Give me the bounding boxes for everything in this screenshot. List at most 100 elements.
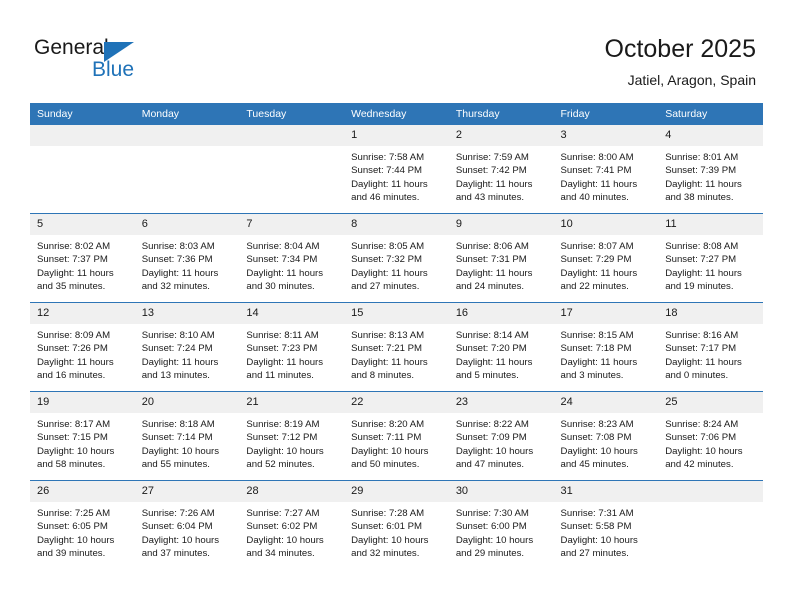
sunrise-text: Sunrise: 7:58 AM	[351, 152, 425, 163]
day-sun-info: Sunrise: 7:28 AM Sunset: 6:01 PM Daylight:…	[344, 502, 449, 561]
daylight-text-line1: Daylight: 11 hours	[141, 356, 219, 368]
day-sun-info: Sunrise: 7:27 AM Sunset: 6:02 PM Daylight:…	[239, 502, 344, 561]
calendar-day-cell[interactable]: 28 Sunrise: 7:27 AM Sunset: 6:02 PM Dayligh…	[239, 480, 345, 569]
daylight-text-line1: Daylight: 11 hours	[560, 356, 638, 368]
calendar-day-cell[interactable]: 2 Sunrise: 7:59 AM Sunset: 7:42 PM Daylight…	[448, 125, 554, 214]
day-sun-info: Sunrise: 8:17 AM Sunset: 7:15 PM Daylight:…	[30, 413, 135, 472]
daylight-text-line1: Daylight: 10 hours	[246, 445, 324, 457]
calendar-day-cell-empty	[30, 125, 135, 214]
calendar-table: Sunday Monday Tuesday Wednesday Thursday…	[30, 103, 763, 569]
sunset-text: Sunset: 7:29 PM	[560, 254, 632, 266]
day-number: 1	[344, 125, 449, 146]
day-sun-info: Sunrise: 7:25 AM Sunset: 6:05 PM Daylight:…	[30, 502, 135, 561]
day-number: 30	[448, 481, 554, 502]
calendar-day-cell[interactable]: 3 Sunrise: 8:00 AM Sunset: 7:41 PM Daylight…	[553, 125, 659, 214]
day-sun-info: Sunrise: 8:05 AM Sunset: 7:32 PM Daylight:…	[344, 235, 449, 294]
daylight-text-line1: Daylight: 11 hours	[665, 178, 742, 190]
sunrise-text: Sunrise: 8:13 AM	[351, 330, 425, 341]
calendar-day-cell[interactable]: 15 Sunrise: 8:13 AM Sunset: 7:21 PM Dayligh…	[344, 302, 449, 392]
daylight-text-line2: and 35 minutes.	[37, 281, 106, 293]
calendar-day-cell[interactable]: 24 Sunrise: 8:23 AM Sunset: 7:08 PM Dayligh…	[553, 391, 659, 481]
weekday-header-tuesday: Tuesday	[239, 103, 345, 125]
day-number: 13	[134, 303, 240, 324]
brand-logo[interactable]: General Blue	[34, 36, 174, 84]
sunrise-text: Sunrise: 8:16 AM	[665, 330, 739, 341]
sunset-text: Sunset: 7:06 PM	[665, 432, 737, 444]
daylight-text-line1: Daylight: 10 hours	[351, 445, 429, 457]
calendar-day-cell[interactable]: 19 Sunrise: 8:17 AM Sunset: 7:15 PM Dayligh…	[30, 391, 135, 481]
calendar-day-cell[interactable]: 26 Sunrise: 7:25 AM Sunset: 6:05 PM Dayligh…	[30, 480, 135, 569]
day-sun-info: Sunrise: 8:09 AM Sunset: 7:26 PM Daylight:…	[30, 324, 135, 383]
brand-name-blue: Blue	[92, 58, 135, 81]
calendar-day-cell[interactable]: 8 Sunrise: 8:05 AM Sunset: 7:32 PM Daylight…	[344, 213, 449, 303]
calendar-day-cell-empty	[134, 125, 240, 214]
day-number: 2	[448, 125, 554, 146]
sunrise-text: Sunrise: 8:17 AM	[37, 419, 111, 430]
day-number	[30, 125, 135, 146]
day-number: 9	[448, 214, 554, 235]
day-number: 22	[344, 392, 449, 413]
page-header: General Blue October 2025 Jatiel, Aragon…	[0, 0, 792, 103]
day-number	[134, 125, 240, 146]
daylight-text-line1: Daylight: 11 hours	[351, 356, 428, 368]
day-number: 16	[448, 303, 554, 324]
daylight-text-line2: and 34 minutes.	[246, 548, 315, 560]
daylight-text-line1: Daylight: 10 hours	[455, 445, 534, 457]
weekday-header-saturday: Saturday	[658, 103, 763, 125]
calendar-day-cell[interactable]: 10 Sunrise: 8:07 AM Sunset: 7:29 PM Dayligh…	[553, 213, 659, 303]
day-sun-info: Sunrise: 8:18 AM Sunset: 7:14 PM Daylight:…	[135, 413, 240, 472]
daylight-text-line1: Daylight: 10 hours	[141, 445, 220, 457]
daylight-text-line2: and 58 minutes.	[37, 459, 106, 471]
calendar-day-cell[interactable]: 20 Sunrise: 8:18 AM Sunset: 7:14 PM Dayligh…	[134, 391, 240, 481]
calendar-day-cell[interactable]: 16 Sunrise: 8:14 AM Sunset: 7:20 PM Dayligh…	[448, 302, 554, 392]
daylight-text-line2: and 46 minutes.	[351, 192, 420, 204]
calendar-day-cell[interactable]: 9 Sunrise: 8:06 AM Sunset: 7:31 PM Daylight…	[448, 213, 554, 303]
daylight-text-line2: and 32 minutes.	[141, 281, 210, 293]
daylight-text-line1: Daylight: 10 hours	[351, 534, 429, 546]
day-number: 26	[30, 481, 135, 502]
calendar-day-cell[interactable]: 7 Sunrise: 8:04 AM Sunset: 7:34 PM Daylight…	[239, 213, 345, 303]
day-number: 18	[658, 303, 763, 324]
day-sun-info: Sunrise: 7:31 AM Sunset: 5:58 PM Daylight:…	[554, 502, 659, 561]
calendar-day-cell[interactable]: 21 Sunrise: 8:19 AM Sunset: 7:12 PM Dayligh…	[239, 391, 345, 481]
day-sun-info: Sunrise: 8:19 AM Sunset: 7:12 PM Daylight:…	[239, 413, 344, 472]
daylight-text-line1: Daylight: 11 hours	[665, 267, 742, 279]
sunrise-text: Sunrise: 8:15 AM	[560, 330, 634, 341]
calendar-day-cell[interactable]: 4 Sunrise: 8:01 AM Sunset: 7:39 PM Daylight…	[658, 125, 763, 214]
calendar-day-cell[interactable]: 29 Sunrise: 7:28 AM Sunset: 6:01 PM Dayligh…	[344, 480, 449, 569]
daylight-text-line2: and 39 minutes.	[37, 548, 106, 560]
calendar-day-cell[interactable]: 5 Sunrise: 8:02 AM Sunset: 7:37 PM Daylight…	[30, 213, 135, 303]
calendar-day-cell[interactable]: 14 Sunrise: 8:11 AM Sunset: 7:23 PM Dayligh…	[239, 302, 345, 392]
sunrise-text: Sunrise: 8:10 AM	[141, 330, 215, 341]
calendar-day-cell[interactable]: 13 Sunrise: 8:10 AM Sunset: 7:24 PM Dayligh…	[134, 302, 240, 392]
sunrise-text: Sunrise: 7:26 AM	[141, 508, 215, 519]
sunrise-text: Sunrise: 8:22 AM	[455, 419, 529, 430]
day-sun-info: Sunrise: 8:16 AM Sunset: 7:17 PM Daylight:…	[658, 324, 763, 383]
sunset-text: Sunset: 5:58 PM	[560, 521, 632, 533]
day-number: 12	[30, 303, 135, 324]
calendar-day-cell[interactable]: 25 Sunrise: 8:24 AM Sunset: 7:06 PM Dayligh…	[658, 391, 763, 481]
day-number: 28	[239, 481, 345, 502]
calendar-day-cell[interactable]: 23 Sunrise: 8:22 AM Sunset: 7:09 PM Dayligh…	[448, 391, 554, 481]
calendar-day-cell[interactable]: 11 Sunrise: 8:08 AM Sunset: 7:27 PM Dayligh…	[658, 213, 763, 303]
daylight-text-line1: Daylight: 11 hours	[37, 356, 114, 368]
calendar-day-cell[interactable]: 31 Sunrise: 7:31 AM Sunset: 5:58 PM Dayligh…	[553, 480, 659, 569]
sunrise-text: Sunrise: 7:27 AM	[246, 508, 320, 519]
calendar-day-cell[interactable]: 12 Sunrise: 8:09 AM Sunset: 7:26 PM Dayligh…	[30, 302, 135, 392]
daylight-text-line1: Daylight: 11 hours	[246, 267, 324, 279]
calendar-day-cell[interactable]: 6 Sunrise: 8:03 AM Sunset: 7:36 PM Daylight…	[134, 213, 240, 303]
day-number: 5	[30, 214, 135, 235]
sunset-text: Sunset: 7:39 PM	[665, 165, 737, 177]
calendar-day-cell[interactable]: 22 Sunrise: 8:20 AM Sunset: 7:11 PM Dayligh…	[344, 391, 449, 481]
sunrise-text: Sunrise: 8:24 AM	[665, 419, 739, 430]
sunset-text: Sunset: 6:02 PM	[246, 521, 318, 533]
sunrise-text: Sunrise: 8:23 AM	[560, 419, 634, 430]
calendar-day-cell[interactable]: 18 Sunrise: 8:16 AM Sunset: 7:17 PM Dayligh…	[658, 302, 763, 392]
sunrise-text: Sunrise: 8:19 AM	[246, 419, 320, 430]
sunset-text: Sunset: 7:09 PM	[455, 432, 527, 444]
calendar-day-cell[interactable]: 17 Sunrise: 8:15 AM Sunset: 7:18 PM Dayligh…	[553, 302, 659, 392]
day-number: 14	[239, 303, 345, 324]
calendar-day-cell[interactable]: 30 Sunrise: 7:30 AM Sunset: 6:00 PM Dayligh…	[448, 480, 554, 569]
calendar-day-cell[interactable]: 1 Sunrise: 7:58 AM Sunset: 7:44 PM Daylight…	[344, 125, 449, 214]
calendar-day-cell[interactable]: 27 Sunrise: 7:26 AM Sunset: 6:04 PM Dayligh…	[134, 480, 240, 569]
